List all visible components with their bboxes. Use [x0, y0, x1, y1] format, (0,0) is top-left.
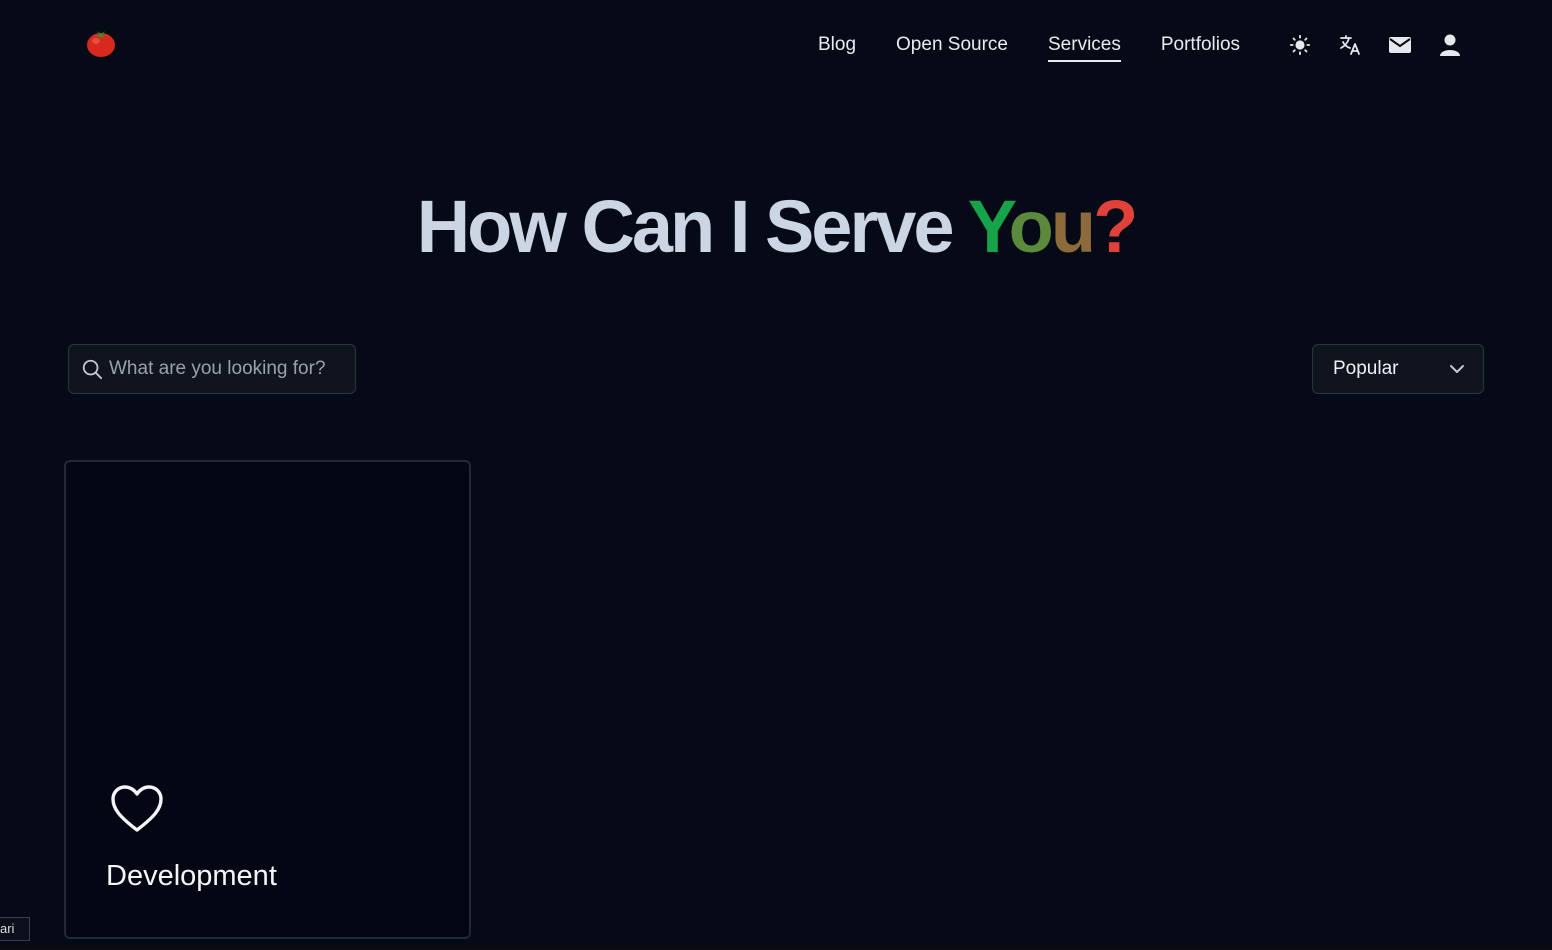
- page: Blog Open Source Services Portfolios How…: [0, 0, 1552, 950]
- nav-portfolios[interactable]: Portfolios: [1161, 31, 1240, 59]
- search-box[interactable]: [68, 344, 356, 394]
- title-text: How Can I Serve: [416, 185, 968, 268]
- title-you-y: Y: [967, 185, 1012, 268]
- translate-icon[interactable]: [1336, 31, 1364, 59]
- tomato-logo-icon[interactable]: [84, 27, 118, 59]
- mail-icon[interactable]: [1386, 31, 1414, 59]
- service-card[interactable]: Development: [64, 460, 471, 939]
- page-title: How Can I Serve You?: [0, 182, 1552, 272]
- title-you-o: o: [1008, 185, 1054, 268]
- service-card-title: Development: [106, 860, 277, 892]
- nav-services[interactable]: Services: [1048, 31, 1121, 62]
- bottom-edge: [0, 945, 1552, 950]
- title-question-mark: ?: [1093, 185, 1138, 268]
- status-tooltip: ari: [0, 917, 30, 941]
- user-icon[interactable]: [1436, 31, 1464, 59]
- nav-blog[interactable]: Blog: [818, 31, 856, 59]
- search-icon: [81, 358, 103, 380]
- chevron-down-icon: [1449, 364, 1465, 374]
- header-actions: [1286, 31, 1486, 59]
- heart-icon: [110, 784, 164, 839]
- title-you-u: u: [1050, 185, 1096, 268]
- nav-open-source[interactable]: Open Source: [896, 31, 1008, 59]
- main-nav: Blog Open Source Services Portfolios: [818, 30, 1280, 62]
- search-input[interactable]: [109, 358, 329, 380]
- sort-select[interactable]: Popular: [1312, 344, 1484, 394]
- sort-selected-label: Popular: [1333, 358, 1399, 379]
- sun-icon[interactable]: [1286, 31, 1314, 59]
